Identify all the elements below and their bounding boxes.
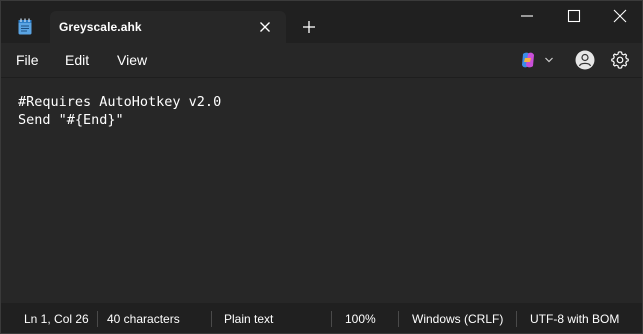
account-icon[interactable] [575, 50, 595, 70]
editor-line: #Requires AutoHotkey v2.0 [18, 94, 222, 110]
status-bar: Ln 1, Col 26 40 characters Plain text 10… [1, 303, 642, 333]
gear-icon[interactable] [610, 50, 630, 70]
line-ending[interactable]: Windows (CRLF) [412, 312, 503, 326]
menu-view[interactable]: View [117, 52, 147, 68]
menu-bar: File Edit View [1, 43, 642, 77]
notepad-window: Greyscale.ahk File Edit View #Requires A… [0, 0, 643, 334]
title-bar: Greyscale.ahk [1, 1, 642, 43]
copilot-icon[interactable] [519, 51, 537, 69]
status-divider [211, 311, 212, 327]
notepad-app-icon [18, 18, 32, 35]
document-tab[interactable]: Greyscale.ahk [50, 11, 286, 43]
zoom-level[interactable]: 100% [345, 312, 376, 326]
character-count: 40 characters [107, 312, 180, 326]
file-format[interactable]: Plain text [224, 312, 273, 326]
menu-edit[interactable]: Edit [65, 52, 89, 68]
tab-title: Greyscale.ahk [59, 20, 142, 34]
status-divider [516, 311, 517, 327]
status-divider [331, 311, 332, 327]
status-divider [97, 311, 98, 327]
minimize-icon[interactable] [520, 9, 534, 23]
text-editor[interactable]: #Requires AutoHotkey v2.0 Send "#{End}" [1, 77, 642, 304]
chevron-down-icon[interactable] [544, 55, 554, 65]
window-close-icon[interactable] [613, 9, 627, 23]
encoding[interactable]: UTF-8 with BOM [530, 312, 619, 326]
maximize-icon[interactable] [567, 9, 581, 23]
editor-line: Send "#{End}" [18, 112, 124, 128]
cursor-position[interactable]: Ln 1, Col 26 [24, 312, 89, 326]
close-icon[interactable] [257, 19, 273, 35]
new-tab-plus-icon[interactable] [301, 19, 317, 35]
status-divider [398, 311, 399, 327]
menu-file[interactable]: File [16, 52, 39, 68]
